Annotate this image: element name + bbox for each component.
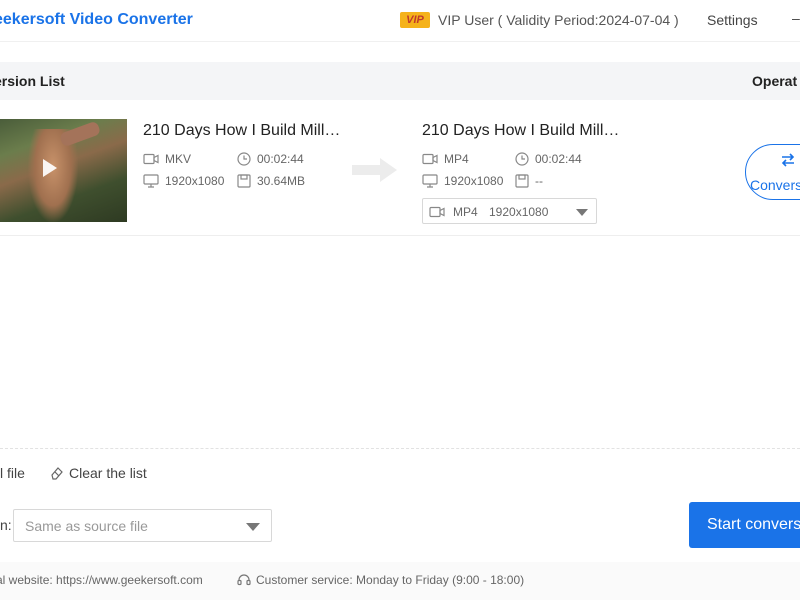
format-select-resolution: 1920x1080: [489, 205, 549, 219]
list-bottom-divider: [0, 448, 800, 449]
clock-icon: [237, 152, 251, 166]
output-path-label: n:: [0, 517, 12, 533]
video-camera-icon: [143, 153, 159, 165]
arrow-right-icon: [352, 158, 397, 182]
source-resolution: 1920x1080: [143, 174, 224, 188]
clear-list-label: Clear the list: [69, 465, 147, 481]
swap-arrows-icon: [781, 153, 795, 167]
headset-icon: [237, 574, 251, 586]
file-size-icon: [515, 174, 529, 188]
add-file-button[interactable]: l file: [0, 465, 25, 481]
video-thumbnail[interactable]: [0, 119, 127, 222]
vip-badge: VIP: [400, 12, 430, 28]
video-camera-icon: [429, 206, 445, 218]
source-file-name: 210 Days How I Build Mill…: [143, 122, 341, 139]
output-format-dropdown[interactable]: MP4 1920x1080: [422, 198, 597, 224]
target-size-value: --: [535, 174, 543, 188]
app-title: eekersoft Video Converter: [0, 11, 193, 28]
source-size: 30.64MB: [237, 174, 305, 188]
target-file-name: 210 Days How I Build Mill…: [422, 122, 620, 139]
target-resolution: 1920x1080: [422, 174, 503, 188]
conversion-list-header: ersion List Operat: [0, 62, 800, 100]
file-row: 210 Days How I Build Mill… MKV 00:02:44 …: [0, 100, 800, 236]
customer-service: Customer service: Monday to Friday (9:00…: [237, 573, 524, 587]
source-duration-value: 00:02:44: [257, 152, 304, 166]
video-camera-icon: [422, 153, 438, 165]
conversion-list-title: ersion List: [0, 73, 65, 89]
customer-service-text: Customer service: Monday to Friday (9:00…: [256, 573, 525, 587]
operate-column-header: Operat: [752, 73, 798, 89]
source-format: MKV: [143, 152, 191, 166]
monitor-icon: [422, 174, 438, 188]
target-duration: 00:02:44: [515, 152, 582, 166]
clock-icon: [515, 152, 529, 166]
convert-button-label: Convers: [750, 177, 800, 193]
output-path-dropdown[interactable]: Same as source file: [13, 509, 272, 542]
target-size: --: [515, 174, 543, 188]
target-format-value: MP4: [444, 152, 469, 166]
official-website-link[interactable]: al website: https://www.geekersoft.com: [0, 573, 203, 587]
footer: al website: https://www.geekersoft.com C…: [0, 562, 800, 600]
source-resolution-value: 1920x1080: [165, 174, 225, 188]
source-format-value: MKV: [165, 152, 192, 166]
target-format: MP4: [422, 152, 469, 166]
minimize-button[interactable]: –: [792, 10, 800, 26]
settings-button[interactable]: Settings: [707, 12, 758, 28]
play-icon[interactable]: [43, 159, 57, 177]
chevron-down-icon: [576, 209, 588, 216]
clear-list-button[interactable]: Clear the list: [50, 465, 147, 481]
monitor-icon: [143, 174, 159, 188]
source-size-value: 30.64MB: [257, 174, 306, 188]
title-bar: eekersoft Video Converter VIP VIP User (…: [0, 0, 800, 42]
vip-user-status: VIP User ( Validity Period:2024-07-04 ): [438, 12, 679, 28]
target-resolution-value: 1920x1080: [444, 174, 504, 188]
start-conversion-button[interactable]: Start convers: [689, 502, 800, 548]
start-conversion-label: Start convers: [707, 516, 800, 533]
source-duration: 00:02:44: [237, 152, 304, 166]
chevron-down-icon: [246, 523, 260, 531]
target-duration-value: 00:02:44: [535, 152, 582, 166]
file-size-icon: [237, 174, 251, 188]
thumbnail-arm: [58, 120, 102, 148]
convert-button[interactable]: Convers: [745, 144, 800, 200]
output-path-value: Same as source file: [25, 518, 148, 534]
format-select-format: MP4: [453, 205, 478, 219]
eraser-icon: [51, 467, 63, 480]
